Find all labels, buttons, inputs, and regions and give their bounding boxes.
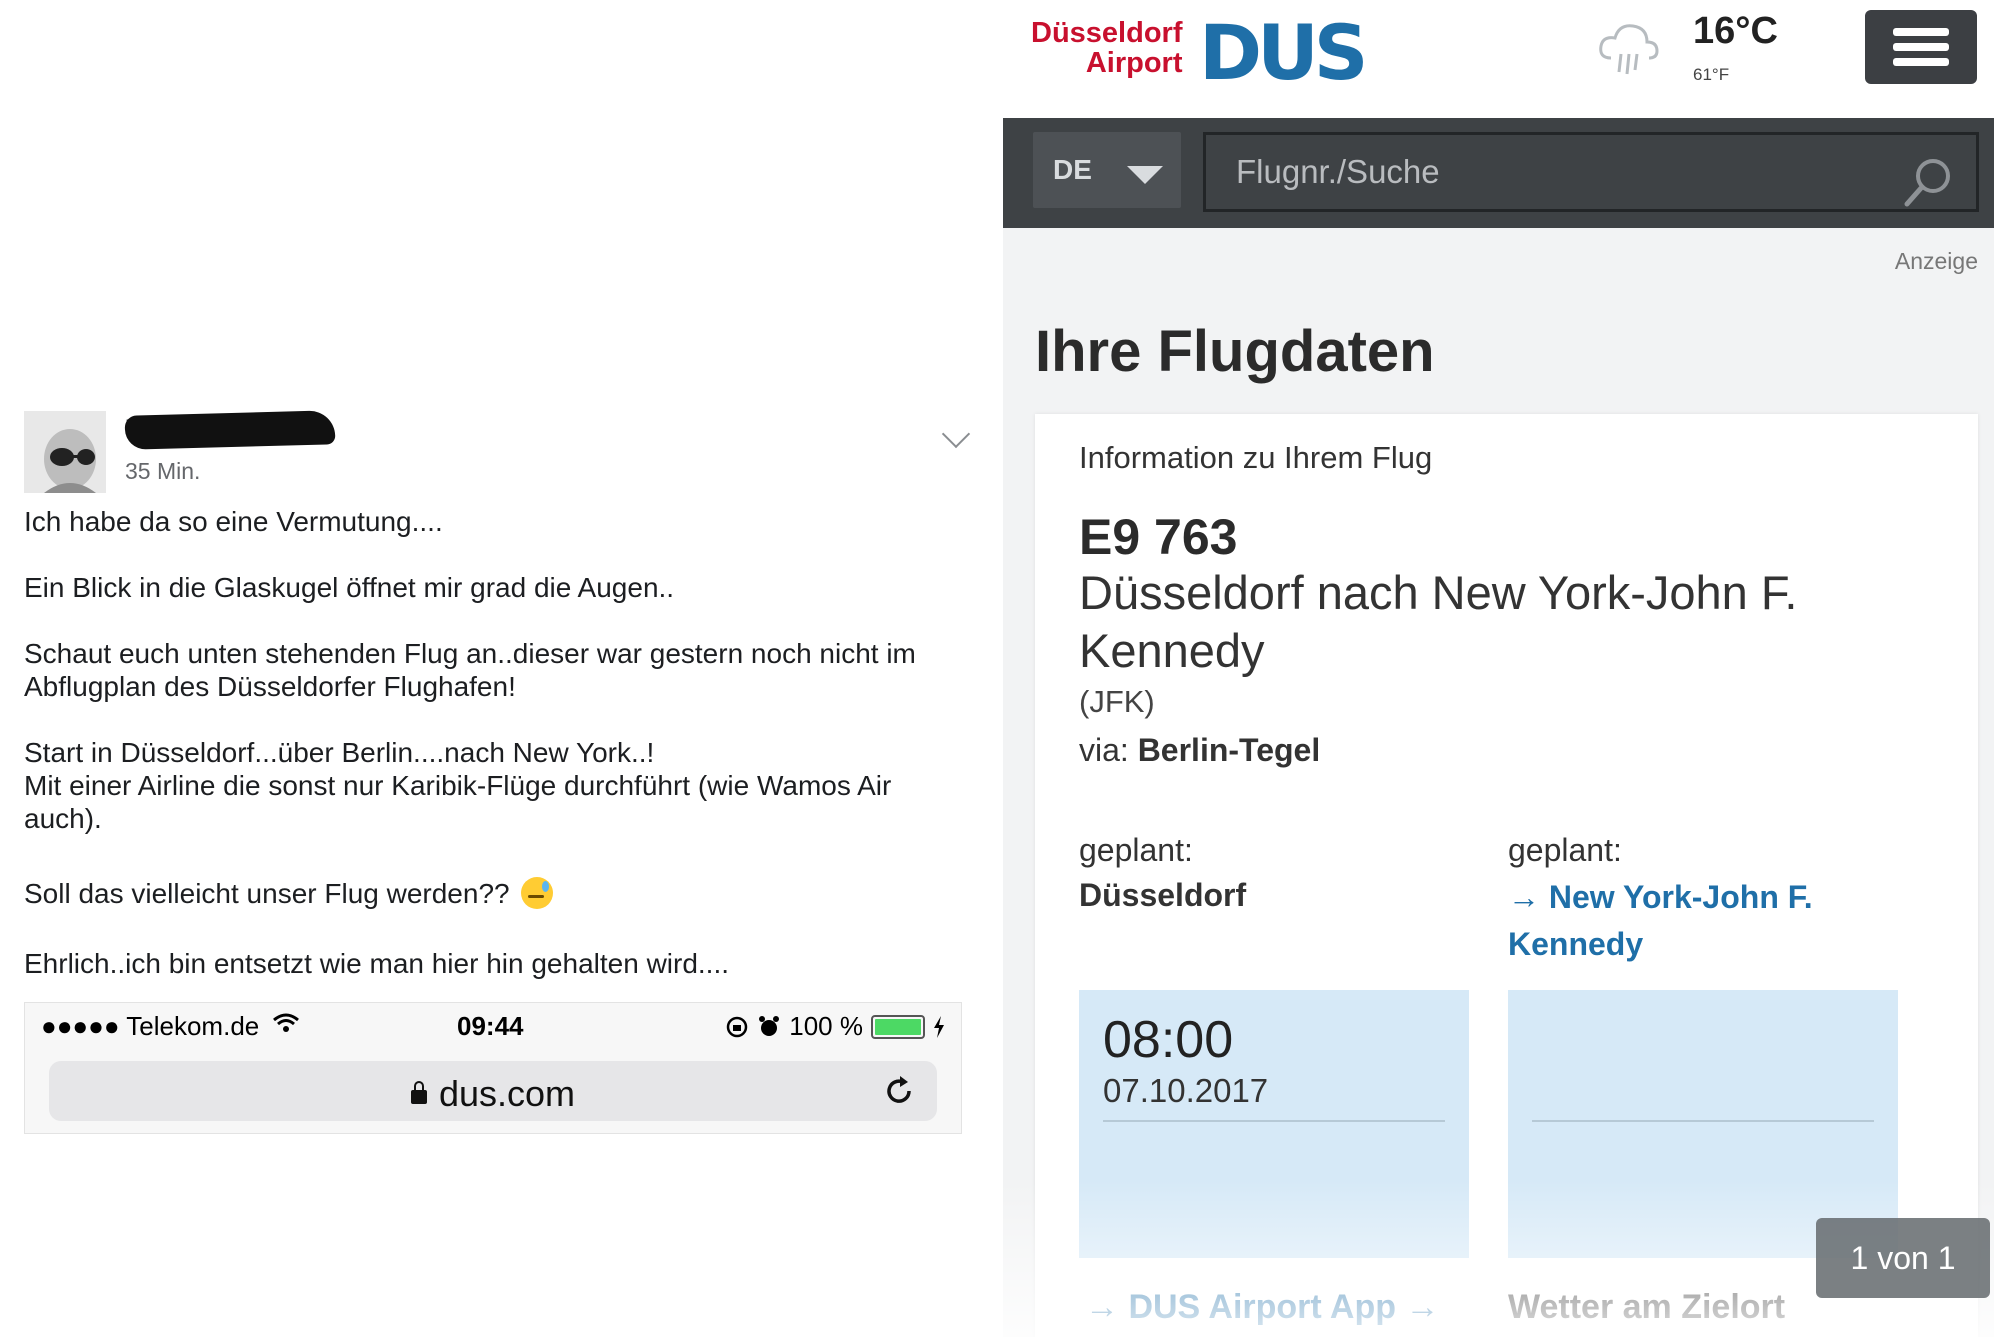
search-bar: DE [1003,118,1994,228]
divider [1103,1120,1445,1122]
post-text-line: Soll das vielleicht unser Flug werden?? [24,877,964,910]
rain-cloud-icon [1599,24,1659,75]
departure-label: geplant: [1079,832,1193,868]
alarm-icon [759,1015,780,1036]
via-label: via: [1079,732,1129,768]
destination-iata: (JFK) [1079,684,1155,719]
airport-website: Düsseldorf Airport DUS 16°C 61°F DE Anze… [1003,0,1994,1337]
post-text-line: Schaut euch unten stehenden Flug an..die… [24,638,916,702]
post-text-line: Start in Düsseldorf...über Berlin....nac… [24,737,655,768]
destination-weather-link[interactable]: Wetter am Zielort [1508,1288,1785,1327]
flight-number: E9 763 [1079,509,1238,565]
menu-bar [1893,43,1949,51]
post-text-span: Soll das vielleicht unser Flug werden?? [24,878,510,909]
social-post: Ro 35 Min. Ich habe da so eine Vermutung… [0,0,1000,1337]
site-header: Düsseldorf Airport DUS 16°C 61°F [1003,0,1994,118]
post-text-line: Ein Blick in die Glaskugel öffnet mir gr… [24,572,675,603]
hamburger-menu-button[interactable] [1865,10,1977,84]
embedded-phone-screenshot: ●●●●● Telekom.de 09:44 100 % dus.com [24,1002,962,1134]
wifi-icon [273,1013,300,1032]
sad-face-emoji-icon [521,877,554,909]
language-value: DE [1053,154,1092,185]
flight-route: Düsseldorf nach New York-John F. Kennedy [1079,566,1798,677]
airport-app-link[interactable]: → DUS Airport App → [1085,1288,1439,1327]
post-text-line: Ehrlich..ich bin entsetzt wie man hier h… [24,948,730,979]
airport-logo-text[interactable]: Düsseldorf Airport [1031,18,1182,78]
post-text-line: Mit einer Airline die sonst nur Karibik-… [24,770,892,834]
arrival-airport-link[interactable]: → New York-John F. Kennedy [1508,874,1908,968]
battery-percent: 100 % [789,1011,863,1041]
chevron-down-icon[interactable] [941,419,971,449]
orientation-lock-icon [727,1016,748,1037]
avatar-photo [24,411,106,493]
divider [1532,1120,1874,1122]
departure-airport: Düsseldorf [1079,877,1247,913]
menu-bar [1893,58,1949,66]
departure-time: 08:00 [1103,1011,1234,1069]
status-time: 09:44 [457,1011,524,1041]
flight-search-input[interactable] [1203,132,1979,212]
battery-icon [871,1014,925,1039]
flight-info-card: Information zu Ihrem Flug E9 763 Düsseld… [1035,414,1978,1337]
image-pager-counter: 1 von 1 [1816,1218,1990,1298]
card-subtitle: Information zu Ihrem Flug [1079,440,1433,475]
arrival-label: geplant: [1508,832,1622,868]
post-timestamp[interactable]: 35 Min. [125,458,200,485]
via-value: Berlin-Tegel [1137,732,1321,768]
dus-logo-mark[interactable]: DUS [1199,8,1369,97]
lock-icon [410,1081,427,1104]
via-stop: via: Berlin-Tegel [1079,732,1320,769]
ad-label: Anzeige [1894,248,1978,274]
language-select[interactable]: DE [1033,132,1181,208]
address-text: dus.com [49,1073,937,1115]
url-value: dus.com [438,1073,576,1114]
carrier-text: ●●●●● Telekom.de [41,1011,260,1041]
charging-bolt-icon [934,1015,944,1038]
departure-time-box: 08:00 07.10.2017 [1079,990,1469,1258]
temperature-celsius: 16°C [1693,10,1778,52]
reload-icon[interactable] [881,1073,917,1109]
search-icon[interactable] [1899,154,1957,212]
logo-line-1: Düsseldorf [1031,17,1183,49]
page-title: Ihre Flugdaten [1035,319,1435,384]
redaction-mark [124,410,336,450]
avatar[interactable] [24,411,106,493]
menu-bar [1893,28,1949,36]
departure-date: 07.10.2017 [1103,1072,1269,1109]
caret-down-icon [1127,166,1163,184]
status-right: 100 % [725,1011,945,1042]
temperature-fahrenheit: 61°F [1693,65,1730,84]
logo-line-2: Airport [1085,47,1183,79]
carrier-label: ●●●●● Telekom.de [41,1011,300,1042]
address-bar[interactable]: dus.com [49,1061,937,1121]
post-text-line: Ich habe da so eine Vermutung.... [24,506,443,537]
